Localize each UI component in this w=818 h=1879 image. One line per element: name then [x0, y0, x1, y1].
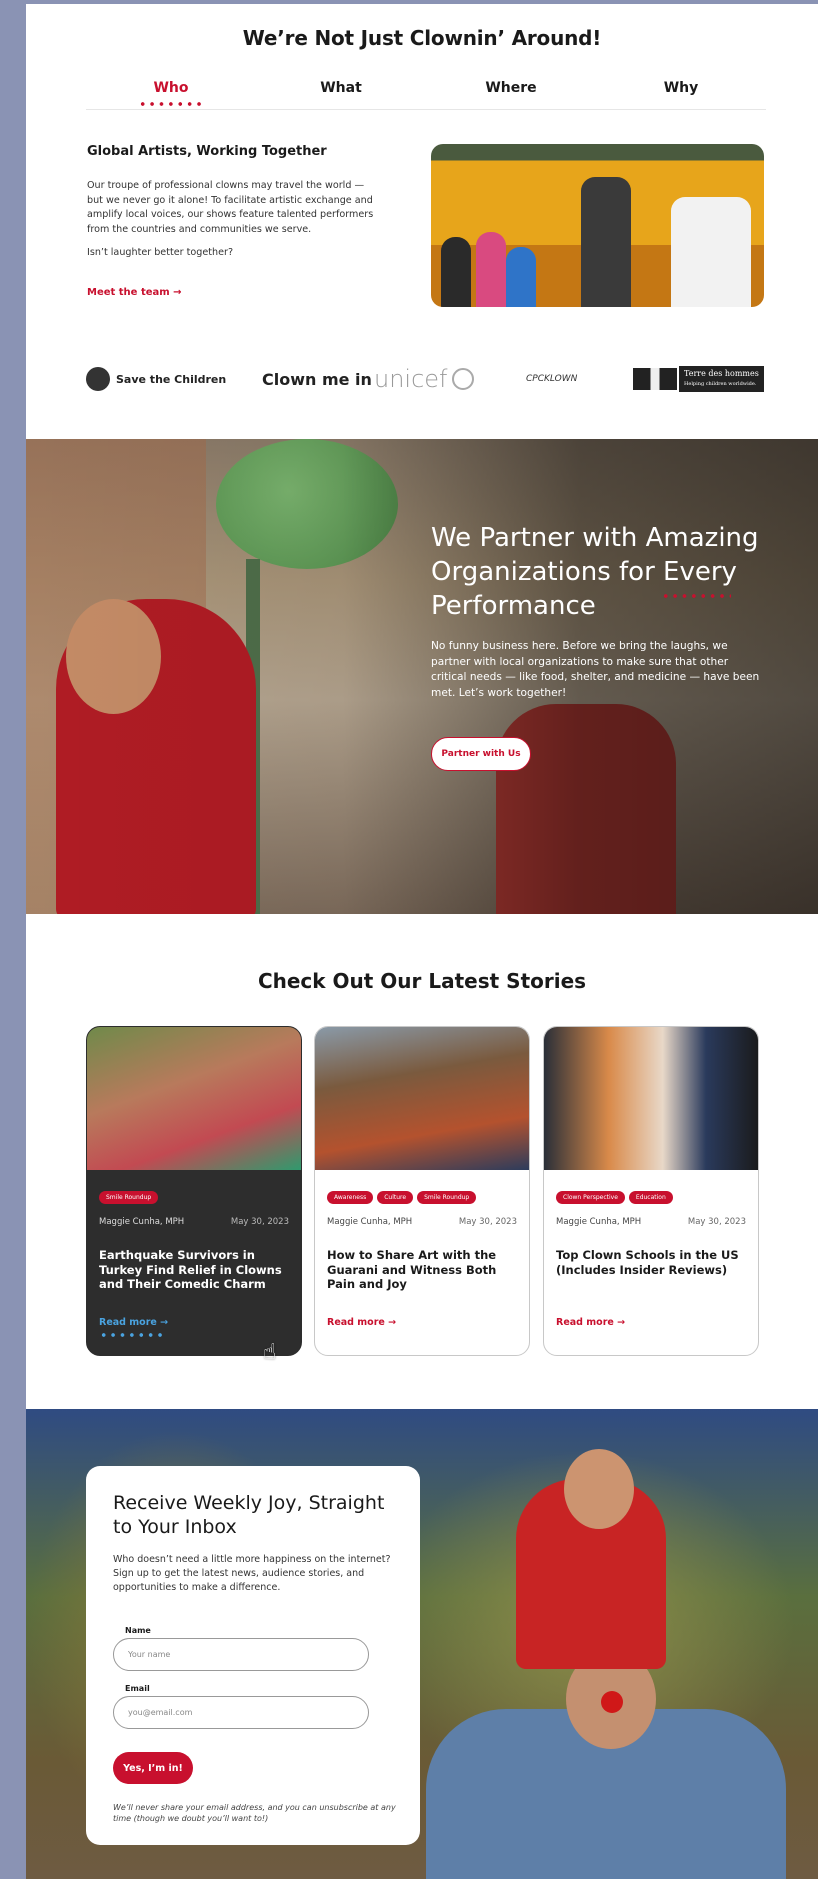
read-more-link[interactable]: Read more →: [327, 1317, 396, 1328]
clown-nose: [601, 1691, 623, 1713]
story-image: [544, 1027, 758, 1170]
cpc-logo: CPCKLOWN: [526, 374, 578, 384]
read-more-link[interactable]: Read more →: [556, 1317, 625, 1328]
eyes-icon: [633, 368, 677, 390]
story-title: Earthquake Survivors in Turkey Find Reli…: [99, 1248, 282, 1291]
story-author: Maggie Cunha, MPH: [99, 1217, 185, 1227]
tab-what[interactable]: What: [256, 80, 426, 96]
story-tags: Awareness Culture Smile Roundup: [327, 1191, 477, 1204]
story-title: Top Clown Schools in the US (Includes In…: [556, 1248, 739, 1277]
story-image: [315, 1027, 529, 1170]
hero-title: We Partner with Amazing Organizations fo…: [431, 523, 759, 621]
save-the-children-logo: Save the Children: [86, 359, 226, 399]
tab-who[interactable]: Who: [86, 80, 256, 96]
read-more-link[interactable]: Read more →: [99, 1317, 168, 1328]
newsletter-body: Who doesn’t need a little more happiness…: [113, 1554, 391, 1593]
name-input[interactable]: [113, 1638, 369, 1671]
privacy-note: We’ll never share your email address, an…: [113, 1803, 396, 1823]
tab-bar: Who What Where Why: [86, 80, 766, 110]
clowns-with-children-photo: [431, 144, 764, 307]
page: We’re Not Just Clownin’ Around! Who What…: [26, 4, 818, 1879]
intro-subtitle: Global Artists, Working Together: [87, 144, 327, 159]
clown-me-in-logo: Clown me in: [262, 369, 372, 389]
story-tag[interactable]: Clown Perspective: [556, 1191, 625, 1204]
unicef-text: unicef: [374, 365, 448, 393]
story-author: Maggie Cunha, MPH: [327, 1217, 413, 1227]
unicef-logo: unicef: [374, 359, 474, 399]
email-input[interactable]: [113, 1696, 369, 1729]
stories-title: Check Out Our Latest Stories: [257, 969, 587, 993]
story-card[interactable]: Clown Perspective Education Maggie Cunha…: [543, 1026, 759, 1356]
story-title: How to Share Art with the Guarani and Wi…: [327, 1248, 497, 1291]
partner-logos: Save the Children Clown me in unicef CPC…: [86, 359, 766, 399]
story-tag[interactable]: Culture: [377, 1191, 414, 1204]
partner-hero: We Partner with Amazing Organizations fo…: [26, 439, 818, 914]
story-tag[interactable]: Awareness: [327, 1191, 374, 1204]
hero-body: No funny business here. Before we bring …: [431, 640, 760, 699]
hand-pointer-icon: ☝: [263, 1340, 277, 1365]
story-date: May 30, 2023: [687, 1217, 746, 1227]
newsletter-form: Receive Weekly Joy, Straight to Your Inb…: [86, 1466, 420, 1845]
intro-title: We’re Not Just Clownin’ Around!: [242, 26, 602, 50]
newsletter-title: Receive Weekly Joy, Straight to Your Inb…: [113, 1492, 385, 1538]
story-tag[interactable]: Education: [628, 1191, 673, 1204]
intro-body: Our troupe of professional clowns may tr…: [87, 180, 374, 235]
terre-des-hommes-logo: Terre des hommes Helping children worldw…: [633, 359, 764, 399]
story-card[interactable]: Smile Roundup Maggie Cunha, MPH May 30, …: [86, 1026, 302, 1356]
email-label: Email: [125, 1684, 150, 1693]
terre-des-hommes-text: Terre des hommes: [684, 369, 759, 378]
story-tag[interactable]: Smile Roundup: [99, 1191, 159, 1204]
subscribe-button[interactable]: Yes, I’m in!: [113, 1752, 193, 1784]
name-label: Name: [125, 1626, 151, 1635]
globe-icon: [451, 368, 474, 390]
intro-question: Isn’t laughter better together?: [87, 247, 234, 258]
hero-title-dots: [661, 594, 731, 598]
story-card[interactable]: Awareness Culture Smile Roundup Maggie C…: [314, 1026, 530, 1356]
save-the-children-text: Save the Children: [116, 372, 227, 386]
story-tag[interactable]: Smile Roundup: [417, 1191, 477, 1204]
terre-des-hommes-tagline: Helping children worldwide.: [684, 381, 757, 387]
story-image: [87, 1027, 301, 1170]
meet-the-team-link[interactable]: Meet the team →: [87, 287, 182, 298]
read-more-dots: [99, 1333, 167, 1337]
story-author: Maggie Cunha, MPH: [556, 1217, 642, 1227]
tab-why[interactable]: Why: [596, 80, 766, 96]
save-the-children-icon: [86, 367, 110, 391]
story-tags: Smile Roundup: [99, 1191, 159, 1204]
story-date: May 30, 2023: [230, 1217, 289, 1227]
active-tab-indicator: [138, 102, 204, 106]
story-tags: Clown Perspective Education: [556, 1191, 673, 1204]
partner-with-us-button[interactable]: Partner with Us: [431, 737, 531, 771]
tab-where[interactable]: Where: [426, 80, 596, 96]
story-date: May 30, 2023: [458, 1217, 517, 1227]
